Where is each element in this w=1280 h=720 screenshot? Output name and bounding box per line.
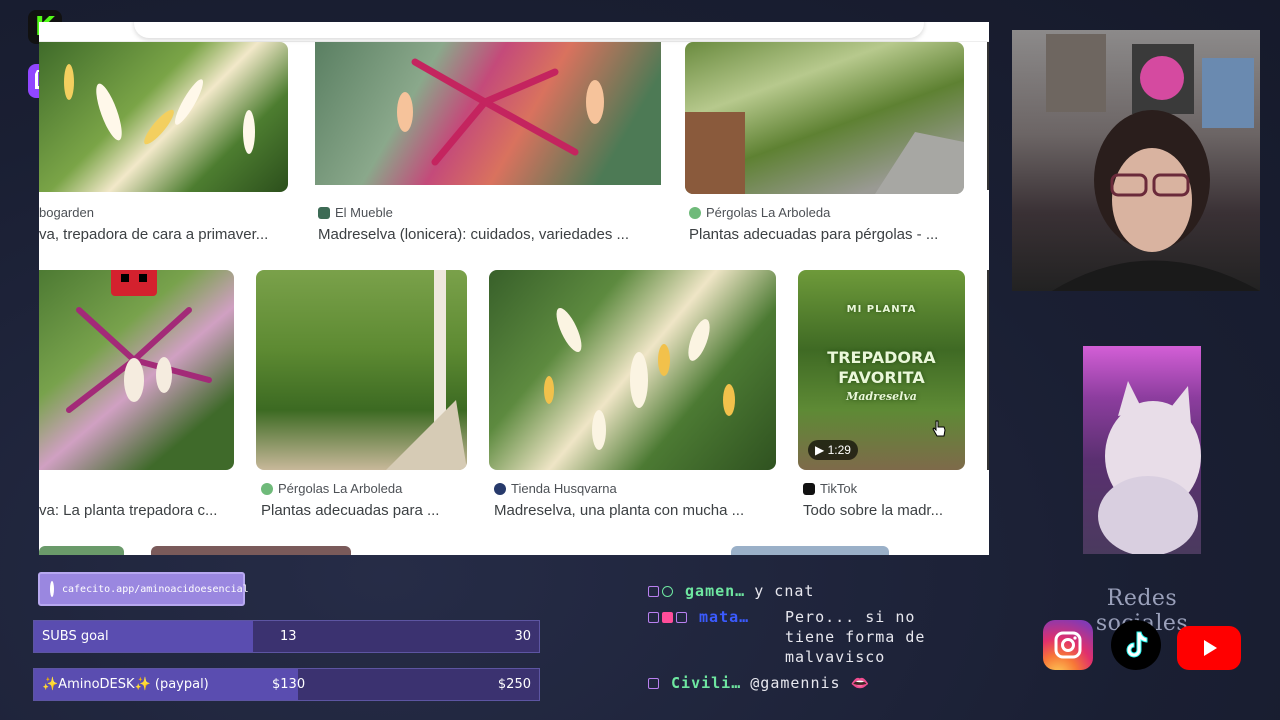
pergola-photo bbox=[685, 112, 964, 194]
instagram-icon[interactable] bbox=[1043, 620, 1093, 670]
desk-goal-current: $130 bbox=[272, 677, 306, 692]
webcam-feed bbox=[1046, 34, 1260, 291]
video-overlay-text: TREPADORA bbox=[827, 348, 936, 367]
pink-honeysuckle-photo bbox=[397, 58, 604, 166]
chat-text: malvavisco bbox=[785, 648, 886, 666]
chat-text: Pero... si no bbox=[785, 608, 916, 626]
search-bar[interactable] bbox=[134, 22, 924, 38]
video-result-tiktok[interactable]: MI PLANTA TREPADORA FAVORITA Madreselva … bbox=[798, 270, 965, 470]
scroll-edge bbox=[987, 270, 989, 470]
streamer-webcam bbox=[1012, 30, 1260, 291]
badge-icon bbox=[662, 612, 673, 623]
cat-camera bbox=[1083, 346, 1201, 554]
source-label: TikTok bbox=[803, 481, 857, 496]
image-result-1[interactable] bbox=[39, 42, 288, 192]
meat-boy-sprite bbox=[111, 270, 157, 296]
video-overlay-text: Madreselva bbox=[846, 390, 917, 403]
image-result-5[interactable] bbox=[256, 270, 467, 470]
subs-goal-bar: SUBS goal 13 30 bbox=[33, 620, 540, 653]
result-title[interactable]: Plantas adecuadas para ... bbox=[261, 502, 466, 519]
video-overlay-text: MI PLANTA bbox=[846, 304, 917, 315]
cat-feed bbox=[1098, 381, 1201, 554]
badge-icon bbox=[648, 612, 659, 623]
source-label: Pérgolas La Arboleda bbox=[689, 205, 830, 220]
badge-icon bbox=[662, 586, 673, 597]
source-label: Pérgolas La Arboleda bbox=[261, 481, 402, 496]
source-label: Tienda Husqvarna bbox=[494, 481, 617, 496]
chat-message: mata… bbox=[648, 608, 749, 626]
badge-icon bbox=[676, 612, 687, 623]
result-title[interactable]: va: La planta trepadora c... bbox=[39, 502, 234, 519]
source-label: El Mueble bbox=[318, 205, 393, 220]
tiktok-icon[interactable] bbox=[1111, 620, 1161, 670]
desk-goal-max: $250 bbox=[497, 677, 531, 692]
chat-username: Civili… bbox=[671, 674, 742, 692]
video-duration-badge: ▶ 1:29 bbox=[808, 440, 858, 460]
chat-message: gamen… y cnat bbox=[648, 582, 814, 600]
result-title[interactable]: Madreselva, una planta con mucha ... bbox=[494, 502, 774, 519]
chat-text: @gamennis 👄 bbox=[750, 674, 871, 692]
chat-text: y cnat bbox=[754, 582, 815, 600]
honeysuckle-photo bbox=[64, 64, 255, 154]
image-result-peek[interactable] bbox=[731, 546, 889, 555]
subs-goal-current: 13 bbox=[280, 629, 297, 644]
subs-goal-label: SUBS goal bbox=[42, 629, 109, 644]
desk-goal-label: ✨AminoDESK✨ (paypal) bbox=[42, 677, 209, 692]
video-overlay-text: FAVORITA bbox=[838, 368, 925, 387]
image-result-4[interactable] bbox=[39, 270, 234, 470]
image-result-6[interactable] bbox=[489, 270, 776, 470]
cafecito-link[interactable]: cafecito.app/aminoacidoesencial bbox=[38, 572, 249, 606]
hand-cursor-icon bbox=[932, 420, 946, 437]
youtube-icon[interactable] bbox=[1177, 626, 1241, 670]
browser-capture: bogarden va, trepadora de cara a primave… bbox=[39, 22, 989, 555]
arboleda-favicon bbox=[689, 206, 701, 219]
chat-username: mata… bbox=[699, 608, 750, 626]
desk-goal-bar: ✨AminoDESK✨ (paypal) $130 $250 bbox=[33, 668, 540, 701]
image-result-2[interactable] bbox=[315, 42, 661, 185]
badge-icon bbox=[648, 586, 659, 597]
el-mueble-favicon bbox=[318, 206, 330, 219]
chat-text: tiene forma de bbox=[785, 628, 926, 646]
result-title[interactable]: Todo sobre la madr... bbox=[803, 502, 963, 519]
scroll-edge bbox=[987, 42, 989, 190]
purple-honeysuckle-photo bbox=[66, 270, 212, 413]
chat-username: gamen… bbox=[685, 582, 746, 600]
image-result-3[interactable] bbox=[685, 42, 964, 194]
badge-icon bbox=[648, 678, 659, 689]
hedge-photo bbox=[386, 270, 467, 470]
chat-message: Civili… @gamennis 👄 bbox=[648, 674, 870, 692]
tiktok-favicon bbox=[803, 482, 815, 495]
image-result-peek[interactable] bbox=[39, 546, 124, 555]
subs-goal-max: 30 bbox=[514, 629, 531, 644]
source-label: bogarden bbox=[39, 205, 94, 220]
result-title[interactable]: Madreselva (lonicera): cuidados, varieda… bbox=[318, 226, 658, 243]
image-result-peek[interactable] bbox=[151, 546, 351, 555]
cafecito-url: cafecito.app/aminoacidoesencial bbox=[62, 583, 249, 595]
result-title[interactable]: va, trepadora de cara a primaver... bbox=[39, 226, 288, 243]
husqvarna-favicon bbox=[494, 482, 506, 495]
white-honeysuckle-photo bbox=[544, 307, 735, 450]
result-title[interactable]: Plantas adecuadas para pérgolas - ... bbox=[689, 226, 964, 243]
cafecito-cup-icon bbox=[50, 581, 54, 597]
arboleda-favicon bbox=[261, 482, 273, 495]
